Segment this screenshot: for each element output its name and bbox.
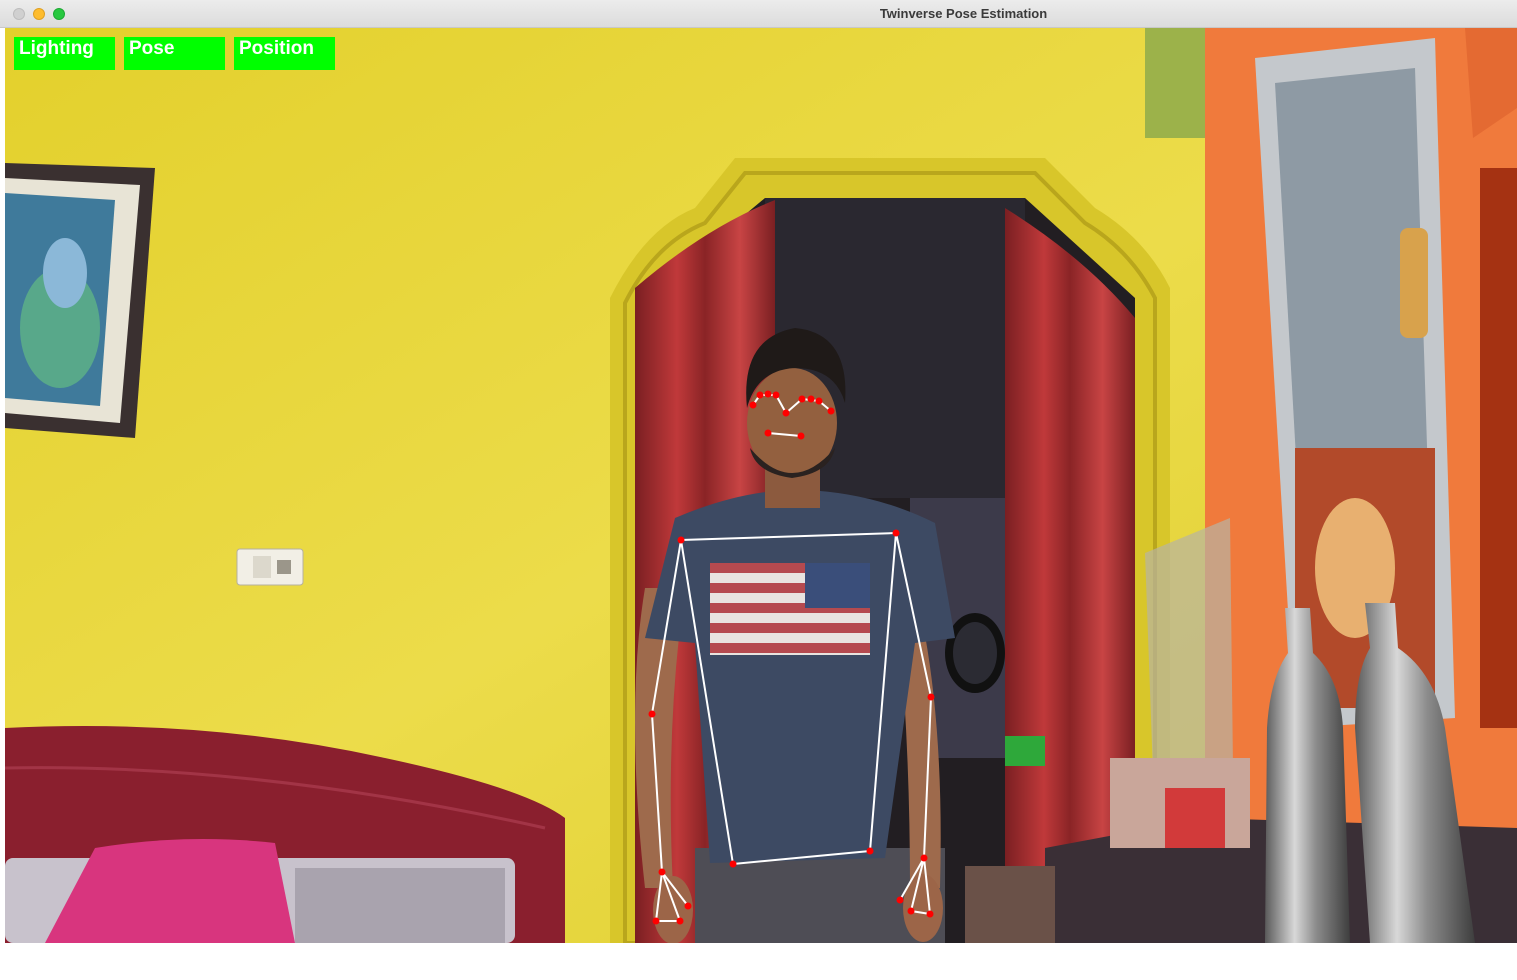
glass-case — [1145, 518, 1233, 773]
window-title: Twinverse Pose Estimation — [879, 6, 1048, 21]
wall-corner — [1145, 28, 1205, 138]
wall-painting — [5, 163, 155, 438]
window-bottom — [0, 943, 1517, 980]
window-titlebar: Twinverse Pose Estimation — [0, 0, 1517, 28]
pose-indicator: Pose — [124, 37, 225, 70]
camera-feed: Lighting Pose Position — [5, 28, 1517, 943]
camera-frame-scene — [5, 28, 1517, 943]
position-indicator: Position — [234, 37, 335, 70]
light-switch — [236, 548, 304, 586]
green-cloth — [1005, 736, 1045, 766]
shirt-flag-print — [710, 563, 870, 655]
lighting-indicator: Lighting — [14, 37, 115, 70]
